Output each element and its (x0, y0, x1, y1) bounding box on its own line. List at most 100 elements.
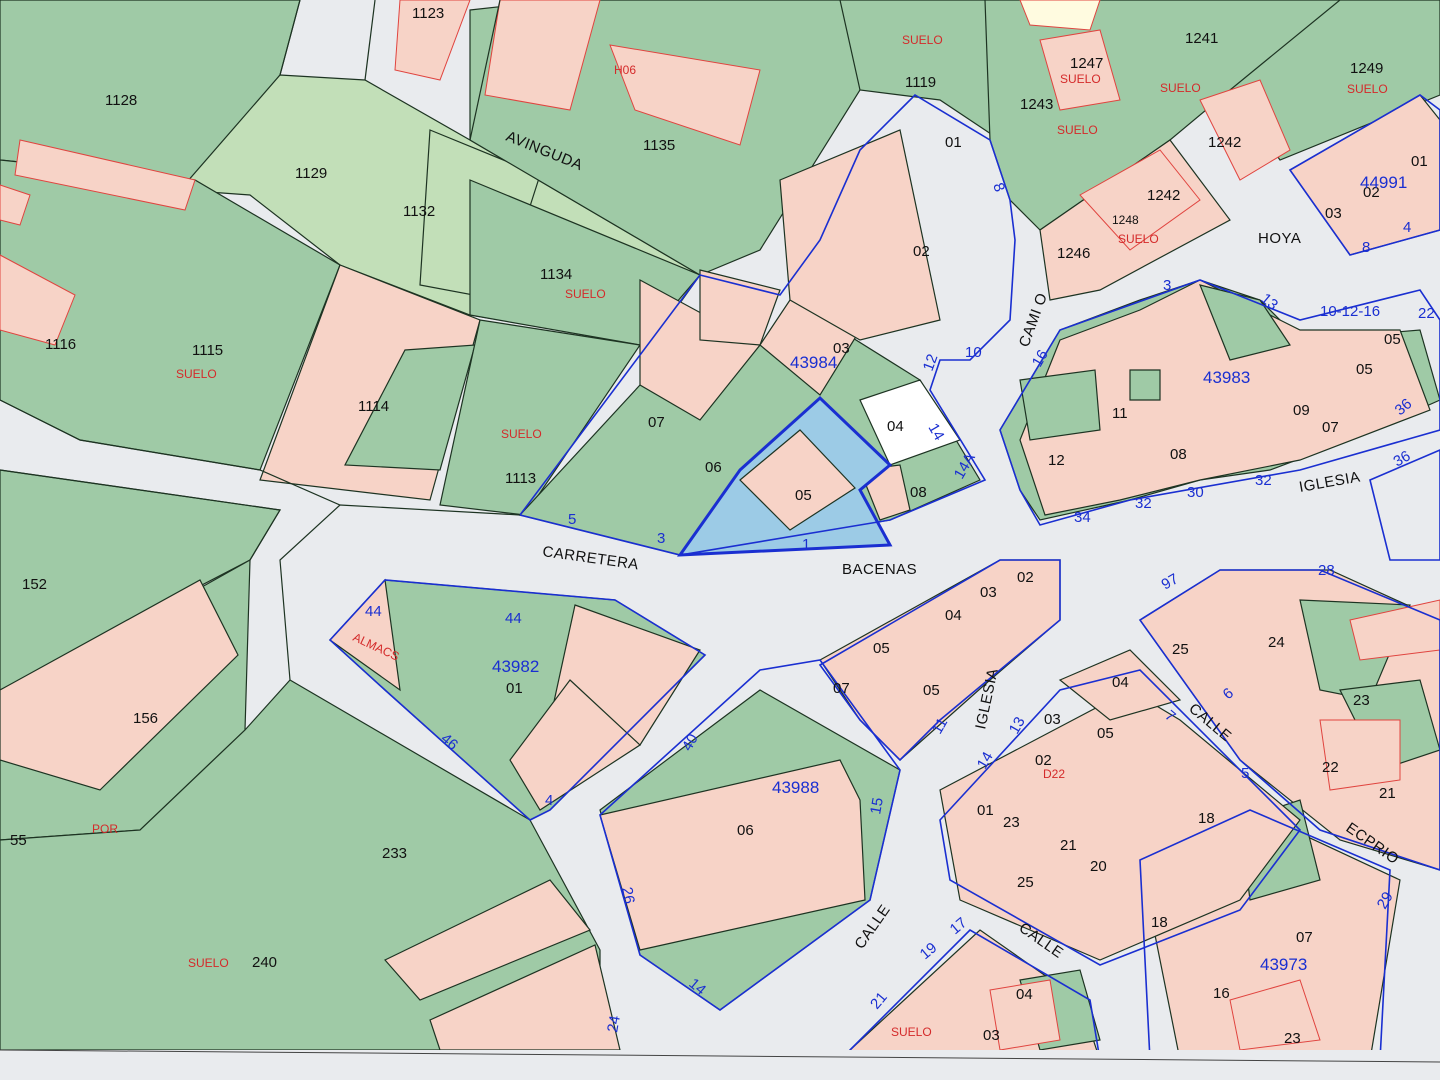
sub-25-b: 25 (1172, 641, 1189, 658)
sub-23-a: 23 (1003, 814, 1020, 831)
street-bacenas: BACENAS (842, 561, 917, 578)
sub-04-b: 04 (945, 607, 962, 624)
label-suelo-10: SUELO (891, 1025, 932, 1039)
sub-01-d: 01 (977, 802, 994, 819)
sub-01-a: 01 (945, 134, 962, 151)
label-suelo-6: SUELO (565, 287, 606, 301)
sub-02-c: 02 (1017, 569, 1034, 586)
street-hoya: HOYA (1258, 230, 1301, 247)
label-suelo-4: SUELO (1347, 82, 1388, 96)
number-28: 28 (1318, 562, 1335, 579)
number-5-b: 5 (1241, 765, 1249, 782)
sub-07-d: 07 (1296, 929, 1313, 946)
label-suelo-2: SUELO (1060, 72, 1101, 86)
block-44991: 44991 (1360, 173, 1407, 192)
parcel-1129: 1129 (295, 165, 327, 182)
sub-23-b: 23 (1284, 1030, 1301, 1047)
parcel-233: 233 (382, 845, 407, 862)
parcel-1241: 1241 (1185, 30, 1218, 47)
number-32-b: 32 (1255, 472, 1272, 489)
sub-18-a: 18 (1198, 810, 1215, 827)
sub-25-a: 25 (1017, 874, 1034, 891)
number-26: 26 (618, 886, 638, 905)
parcel-1249: 1249 (1350, 60, 1383, 77)
block-43973: 43973 (1260, 955, 1307, 974)
sub-24: 24 (1268, 634, 1285, 651)
parcel-1134: 1134 (540, 266, 572, 283)
number-10-12-16: 10-12-16 (1320, 303, 1380, 320)
sub-04-a: 04 (887, 418, 904, 435)
parcel-152: 152 (22, 576, 47, 593)
sub-03-b: 03 (1325, 205, 1342, 222)
parcel-1123: 1123 (412, 5, 444, 22)
page-bottom-margin (0, 1050, 1440, 1080)
sub-21-a: 21 (1060, 837, 1077, 854)
block-43983: 43983 (1203, 368, 1250, 387)
parcel-240: 240 (252, 954, 277, 971)
sub-02-a: 02 (913, 243, 930, 260)
sub-05-f: 05 (1097, 725, 1114, 742)
parcel-1242-b: 1242 (1147, 187, 1180, 204)
number-3-b: 3 (1163, 277, 1171, 294)
parcel-1248: 1248 (1112, 213, 1139, 227)
number-22: 22 (1418, 305, 1435, 322)
number-15: 15 (867, 796, 887, 815)
sub-01-c: 01 (506, 680, 523, 697)
parcel-1243: 1243 (1020, 96, 1053, 113)
number-4: 4 (545, 792, 553, 809)
sub-06-c: 06 (737, 822, 754, 839)
number-44-a: 44 (365, 603, 382, 620)
parcel-1135: 1135 (643, 137, 675, 154)
sub-04-e: 04 (1016, 986, 1033, 1003)
block-43984: 43984 (790, 353, 837, 372)
number-32-a: 32 (1135, 495, 1152, 512)
label-suelo-11: SUELO (1118, 232, 1159, 246)
sub-05-a: 05 (795, 487, 812, 504)
label-d22: D22 (1043, 767, 1065, 781)
label-suelo-1: SUELO (902, 33, 943, 47)
sub-04-c: 04 (1112, 674, 1129, 691)
sub-07-a: 07 (648, 414, 665, 431)
sub-03-c: 03 (980, 584, 997, 601)
sub-21-b: 21 (1379, 785, 1396, 802)
parcel-55: 55 (10, 832, 27, 849)
label-suelo-8: SUELO (501, 427, 542, 441)
number-10: 10 (965, 344, 982, 361)
block-43982: 43982 (492, 657, 539, 676)
label-suelo-9: SUELO (188, 956, 229, 970)
label-suelo-3: SUELO (1160, 81, 1201, 95)
number-5: 5 (568, 511, 576, 528)
parcel-1114: 1114 (358, 398, 389, 415)
parcel-1115: 1115 (192, 342, 223, 359)
parcel-156: 156 (133, 710, 158, 727)
parcel-1113: 1113 (505, 470, 536, 487)
sub-06-a: 06 (705, 459, 722, 476)
label-suelo-7: SUELO (176, 367, 217, 381)
sub-08-a: 08 (910, 484, 927, 501)
sub-01-b: 01 (1411, 153, 1428, 170)
sub-12: 12 (1048, 452, 1065, 469)
sub-08-b: 08 (1170, 446, 1187, 463)
sub-05-e: 05 (923, 682, 940, 699)
label-por: POR (92, 822, 118, 836)
sub-03-d: 03 (1044, 711, 1061, 728)
parcel-1119: 1119 (905, 74, 936, 91)
sub-16: 16 (1213, 985, 1230, 1002)
number-8-b: 8 (1362, 239, 1370, 256)
sub-05-c: 05 (1384, 331, 1401, 348)
sub-05-d: 05 (873, 640, 890, 657)
sub-05-b: 05 (1356, 361, 1373, 378)
parcel-1132: 1132 (403, 203, 435, 220)
sub-07-c: 07 (833, 680, 850, 697)
sub-23-c: 23 (1353, 692, 1370, 709)
number-1: 1 (802, 536, 810, 553)
sub-11: 11 (1112, 405, 1128, 422)
parcel-1246: 1246 (1057, 245, 1090, 262)
number-44-b: 44 (505, 610, 522, 627)
cadastral-map[interactable]: AVINGUDA CARRETERA BACENAS HOYA CAMI O I… (0, 0, 1440, 1080)
parcel-1128: 1128 (105, 92, 137, 109)
sub-07-b: 07 (1322, 419, 1339, 436)
number-30: 30 (1187, 484, 1204, 501)
block-43988: 43988 (772, 778, 819, 797)
sub-20: 20 (1090, 858, 1107, 875)
